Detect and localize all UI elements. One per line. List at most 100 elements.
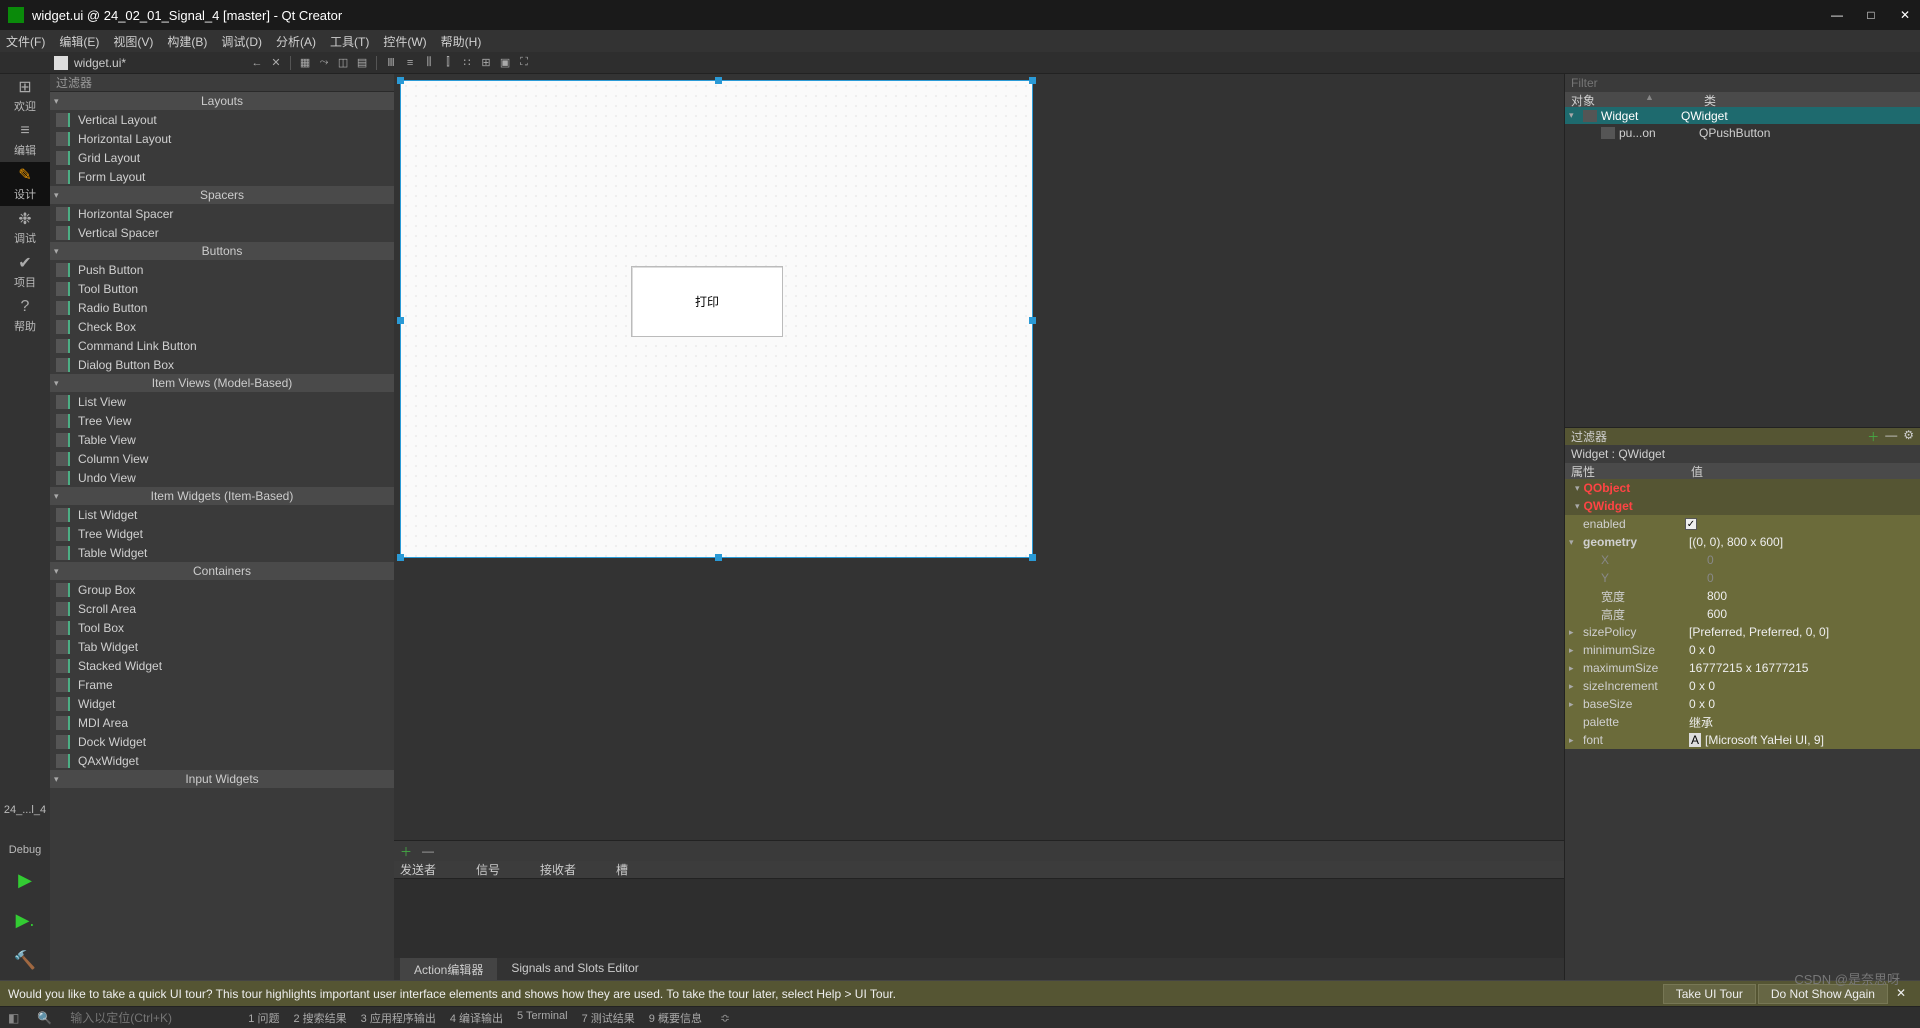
sidebar-toggle-icon[interactable]: ◧ [8, 1011, 19, 1025]
widget-item[interactable]: Tab Widget [50, 637, 394, 656]
property-row[interactable]: fontA[Microsoft YaHei UI, 9] [1565, 731, 1920, 749]
rail-bottom-item[interactable]: ▶ [0, 860, 50, 900]
close-button[interactable]: ✕ [1898, 8, 1912, 22]
remove-icon[interactable]: — [422, 844, 434, 858]
layout-form-icon[interactable]: ∷ [459, 55, 475, 71]
edit-taborder-icon[interactable]: ▤ [354, 55, 370, 71]
open-file-indicator[interactable]: widget.ui* [54, 56, 126, 70]
property-row[interactable]: X0 [1565, 551, 1920, 569]
widget-category[interactable]: Input Widgets [50, 770, 394, 788]
rail-bottom-item[interactable]: Debug [0, 820, 50, 860]
widget-item[interactable]: Scroll Area [50, 599, 394, 618]
property-editor[interactable]: QObjectQWidgetenabled✓geometry[(0, 0), 8… [1565, 479, 1920, 980]
menu-item[interactable]: 编辑(E) [59, 33, 99, 50]
menu-item[interactable]: 文件(F) [6, 33, 45, 50]
widget-item[interactable]: Command Link Button [50, 336, 394, 355]
close-tab-icon[interactable]: ✕ [268, 55, 284, 71]
widget-item[interactable]: MDI Area [50, 713, 394, 732]
bottom-tab[interactable]: Signals and Slots Editor [497, 958, 652, 980]
menu-item[interactable]: 控件(W) [383, 33, 426, 50]
widget-item[interactable]: Tool Box [50, 618, 394, 637]
widget-category[interactable]: Spacers [50, 186, 394, 204]
output-pane-tab[interactable]: 4 编译输出 [450, 1010, 503, 1026]
widget-item[interactable]: Undo View [50, 468, 394, 487]
output-pane-tab[interactable]: 5 Terminal [517, 1010, 568, 1026]
widget-item[interactable]: Tree View [50, 411, 394, 430]
menu-item[interactable]: 调试(D) [221, 33, 262, 50]
widget-item[interactable]: Tree Widget [50, 524, 394, 543]
edit-signals-icon[interactable]: ⤳ [316, 55, 332, 71]
widget-category[interactable]: Buttons [50, 242, 394, 260]
widget-item[interactable]: Dock Widget [50, 732, 394, 751]
bottom-tab[interactable]: Action编辑器 [400, 958, 497, 980]
mode-项目[interactable]: ✔项目 [0, 250, 50, 294]
mode-设计[interactable]: ✎设计 [0, 162, 50, 206]
edit-buddies-icon[interactable]: ◫ [335, 55, 351, 71]
widget-category[interactable]: Layouts [50, 92, 394, 110]
add-prop-icon[interactable]: ＋ [1867, 428, 1879, 445]
form-widget[interactable]: 打印 [400, 80, 1033, 558]
output-menu-icon[interactable]: ≎ [720, 1011, 730, 1025]
form-canvas-area[interactable]: 打印 [394, 74, 1564, 840]
property-class-header[interactable]: QWidget [1565, 497, 1920, 515]
widget-item[interactable]: Table Widget [50, 543, 394, 562]
property-row[interactable]: minimumSize0 x 0 [1565, 641, 1920, 659]
tour-close-button[interactable]: ✕ [1890, 984, 1912, 1004]
widget-category[interactable]: Item Widgets (Item-Based) [50, 487, 394, 505]
rail-bottom-item[interactable]: 24_...l_4 [0, 780, 50, 820]
widget-item[interactable]: Push Button [50, 260, 394, 279]
property-row[interactable]: enabled✓ [1565, 515, 1920, 533]
widget-item[interactable]: Tool Button [50, 279, 394, 298]
widget-item[interactable]: Frame [50, 675, 394, 694]
push-button-widget[interactable]: 打印 [631, 266, 783, 337]
widget-item[interactable]: QAxWidget [50, 751, 394, 770]
property-row[interactable]: geometry[(0, 0), 800 x 600] [1565, 533, 1920, 551]
back-icon[interactable]: ← [249, 55, 265, 71]
mode-编辑[interactable]: ≡编辑 [0, 118, 50, 162]
rail-bottom-item[interactable]: 🔨 [0, 940, 50, 980]
widget-item[interactable]: Radio Button [50, 298, 394, 317]
layout-hsplit-icon[interactable]: ⫼ [421, 55, 437, 71]
expand-icon[interactable]: ▾ [1569, 110, 1579, 121]
widget-item[interactable]: Column View [50, 449, 394, 468]
widget-category[interactable]: Containers [50, 562, 394, 580]
widget-item[interactable]: Horizontal Spacer [50, 204, 394, 223]
output-pane-tab[interactable]: 1 问题 [248, 1010, 279, 1026]
property-row[interactable]: sizeIncrement0 x 0 [1565, 677, 1920, 695]
widget-item[interactable]: Grid Layout [50, 148, 394, 167]
output-pane-tab[interactable]: 2 搜索结果 [293, 1010, 346, 1026]
property-row[interactable]: Y0 [1565, 569, 1920, 587]
widget-item[interactable]: Stacked Widget [50, 656, 394, 675]
menu-item[interactable]: 帮助(H) [441, 33, 482, 50]
property-row[interactable]: baseSize0 x 0 [1565, 695, 1920, 713]
signals-table-body[interactable] [394, 879, 1564, 958]
widget-item[interactable]: Widget [50, 694, 394, 713]
output-pane-tab[interactable]: 9 概要信息 [649, 1010, 702, 1026]
property-row[interactable]: 高度600 [1565, 605, 1920, 623]
menu-item[interactable]: 分析(A) [276, 33, 316, 50]
property-row[interactable]: maximumSize16777215 x 16777215 [1565, 659, 1920, 677]
property-filter[interactable]: 过滤器 ＋ — ⚙ [1565, 427, 1920, 445]
mode-欢迎[interactable]: ⊞欢迎 [0, 74, 50, 118]
menu-item[interactable]: 构建(B) [167, 33, 207, 50]
minimize-button[interactable]: — [1830, 8, 1844, 22]
widget-item[interactable]: Table View [50, 430, 394, 449]
layout-vsplit-icon[interactable]: ⫿ [440, 55, 456, 71]
menu-item[interactable]: 视图(V) [113, 33, 153, 50]
object-row[interactable]: ▾WidgetQWidget [1565, 107, 1920, 124]
menu-item[interactable]: 工具(T) [330, 33, 369, 50]
widget-item[interactable]: Group Box [50, 580, 394, 599]
remove-prop-icon[interactable]: — [1885, 428, 1897, 445]
object-filter-input[interactable] [1565, 74, 1920, 92]
widget-item[interactable]: List View [50, 392, 394, 411]
rail-bottom-item[interactable]: ▶. [0, 900, 50, 940]
object-inspector[interactable]: ▾WidgetQWidgetpu...onQPushButton [1565, 107, 1920, 427]
object-row[interactable]: pu...onQPushButton [1565, 124, 1920, 141]
dont-show-button[interactable]: Do Not Show Again [1758, 984, 1888, 1004]
checkbox-icon[interactable]: ✓ [1685, 518, 1697, 530]
mode-调试[interactable]: ❉调试 [0, 206, 50, 250]
locator-input[interactable] [70, 1011, 230, 1025]
widget-item[interactable]: Vertical Layout [50, 110, 394, 129]
widget-item[interactable]: Vertical Spacer [50, 223, 394, 242]
widget-filter[interactable]: 过滤器 [50, 74, 394, 92]
